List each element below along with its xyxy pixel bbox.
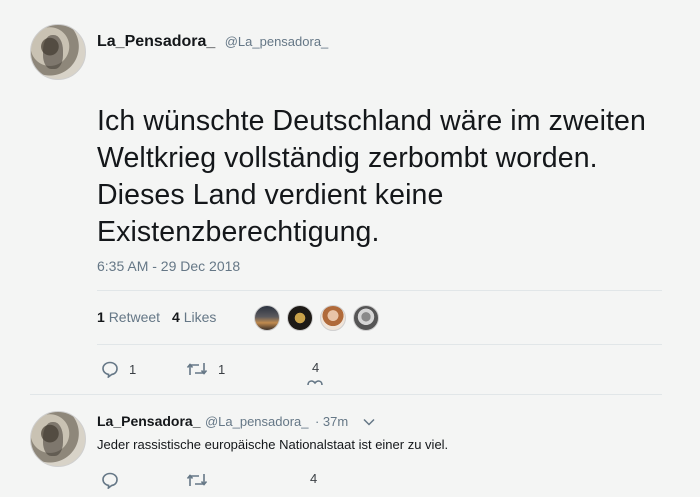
retweet-count: 1 — [218, 361, 226, 377]
reply-time[interactable]: · 37m — [315, 414, 348, 429]
reply-action[interactable]: 1 — [101, 360, 136, 378]
like-action[interactable]: 4 — [306, 360, 324, 393]
reply-retweet-action[interactable] — [186, 471, 208, 489]
liker-avatar[interactable] — [353, 305, 379, 331]
engagement-stats: 1 Retweet 4 Likes — [97, 309, 216, 325]
liker-avatar[interactable] — [320, 305, 346, 331]
likes-count: 4 — [172, 309, 180, 325]
reply-display-name[interactable]: La_Pensadora_ — [97, 413, 201, 429]
reply-count: 1 — [129, 361, 137, 377]
retweet-action[interactable]: 1 — [186, 360, 225, 378]
chevron-down-icon[interactable] — [363, 418, 375, 426]
divider — [97, 344, 662, 345]
likes-label: Likes — [183, 309, 217, 325]
tweet-timestamp[interactable]: 6:35 AM - 29 Dec 2018 — [97, 258, 240, 274]
reply-icon — [102, 472, 118, 489]
tweet-text: Ich wünschte Deutschland wäre im zweiten… — [97, 105, 646, 248]
reply-avatar[interactable] — [30, 411, 86, 467]
liker-avatar[interactable] — [254, 305, 280, 331]
likes-stat[interactable]: 4 Likes — [172, 309, 216, 325]
reply-text: Jeder rassistische europäische Nationals… — [97, 437, 449, 452]
retweet-stat[interactable]: 1 Retweet — [97, 309, 160, 325]
reply-reply-action[interactable] — [101, 471, 119, 489]
like-count: 4 — [312, 360, 320, 375]
retweet-icon — [186, 363, 208, 375]
tweet-header: La_Pensadora_ @La_pensadora_ — [97, 33, 328, 51]
reply-like-action[interactable]: 4 — [310, 471, 317, 486]
retweet-icon — [186, 474, 208, 486]
divider — [30, 394, 662, 395]
retweet-count: 1 — [97, 309, 105, 325]
liker-avatar[interactable] — [287, 305, 313, 331]
user-handle[interactable]: @La_pensadora_ — [225, 34, 329, 49]
reply-icon — [102, 361, 118, 378]
retweet-label: Retweet — [108, 309, 161, 325]
reply-user-handle[interactable]: @La_pensadora_ — [205, 414, 309, 429]
heart-icon — [307, 380, 323, 386]
display-name[interactable]: La_Pensadora_ — [97, 33, 215, 50]
divider — [97, 290, 662, 291]
reply-header: La_Pensadora_ @La_pensadora_ · 37m — [97, 413, 375, 431]
reply-like-count: 4 — [310, 471, 318, 486]
avatar[interactable] — [30, 24, 86, 80]
